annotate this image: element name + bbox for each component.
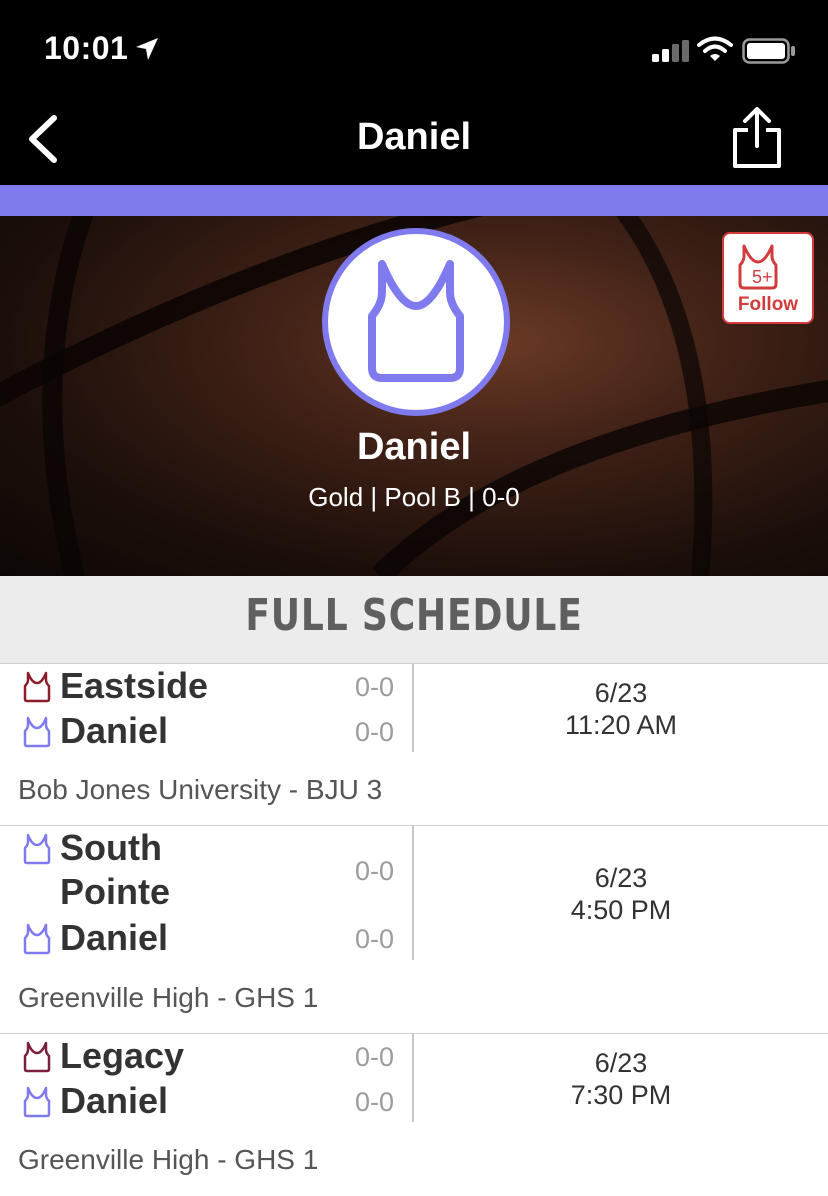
score: 0-0 (354, 856, 394, 886)
team-name: Daniel (60, 710, 169, 751)
team-name: Daniel (60, 1080, 169, 1121)
status-bar: 10:01 (0, 0, 828, 100)
venue: Bob Jones University - BJU 3 (18, 774, 383, 805)
nav-bar: Daniel (0, 100, 828, 185)
game-time: 11:20 AM (564, 710, 678, 740)
follow-jersey-icon: 5+ (738, 244, 778, 290)
team-avatar (322, 228, 510, 416)
team-name: Eastside (60, 665, 209, 706)
team-header: 5+ Follow Daniel Gold | Pool B | 0-0 (0, 216, 828, 576)
game-card[interactable]: Legacy 0-0 Daniel 0-0 6/23 7:30 PM Green… (0, 1034, 828, 1196)
game-date: 6/23 (594, 678, 648, 708)
section-title: FULL SCHEDULE (245, 590, 583, 641)
team-row: Legacy 0-0 (22, 1034, 412, 1078)
status-time: 10:01 (44, 30, 129, 66)
accent-bar (0, 185, 828, 216)
score: 0-0 (354, 1042, 394, 1072)
battery-icon (742, 38, 795, 64)
schedule-header: FULL SCHEDULE (0, 576, 828, 664)
jersey-icon (23, 1086, 51, 1118)
team-name: Daniel (60, 917, 169, 958)
game-date: 6/23 (594, 863, 648, 893)
score: 0-0 (354, 1087, 394, 1117)
score: 0-0 (354, 672, 394, 702)
follow-button[interactable]: 5+ Follow (722, 232, 814, 324)
wifi-icon (697, 36, 733, 61)
game-date: 6/23 (594, 1048, 648, 1078)
team-name: Legacy (60, 1035, 185, 1076)
location-arrow-icon (136, 38, 158, 60)
share-icon[interactable] (730, 106, 784, 170)
cellular-signal-icon (652, 40, 689, 62)
follow-badge: 5+ (752, 267, 773, 287)
team-row: Daniel 0-0 (22, 709, 412, 753)
team-row: Eastside 0-0 (22, 664, 412, 708)
game-card[interactable]: Eastside 0-0 Daniel 0-0 6/23 11:20 AM Bo… (0, 664, 828, 826)
jersey-icon (23, 923, 51, 955)
jersey-icon (23, 716, 51, 748)
team-row: Daniel 0-0 (22, 1079, 412, 1123)
score: 0-0 (354, 717, 394, 747)
venue: Greenville High - GHS 1 (18, 982, 319, 1013)
game-time: 7:30 PM (570, 1080, 672, 1110)
follow-label: Follow (737, 294, 799, 315)
venue: Greenville High - GHS 1 (18, 1144, 319, 1175)
nav-title: Daniel (356, 116, 472, 158)
jersey-icon (23, 671, 51, 703)
team-name-line1: South (60, 827, 162, 868)
jersey-icon (23, 833, 51, 865)
jersey-icon (368, 260, 464, 382)
team-meta: Gold | Pool B | 0-0 (308, 482, 520, 512)
team-row: South Pointe 0-0 (22, 826, 412, 914)
team-name: Daniel (356, 426, 472, 468)
jersey-icon (23, 1041, 51, 1073)
team-name-line2: Pointe (60, 871, 171, 912)
team-row: Daniel 0-0 (22, 916, 412, 960)
game-card[interactable]: South Pointe 0-0 Daniel 0-0 6/23 4:50 PM… (0, 826, 828, 1034)
score: 0-0 (354, 924, 394, 954)
game-time: 4:50 PM (570, 895, 672, 925)
